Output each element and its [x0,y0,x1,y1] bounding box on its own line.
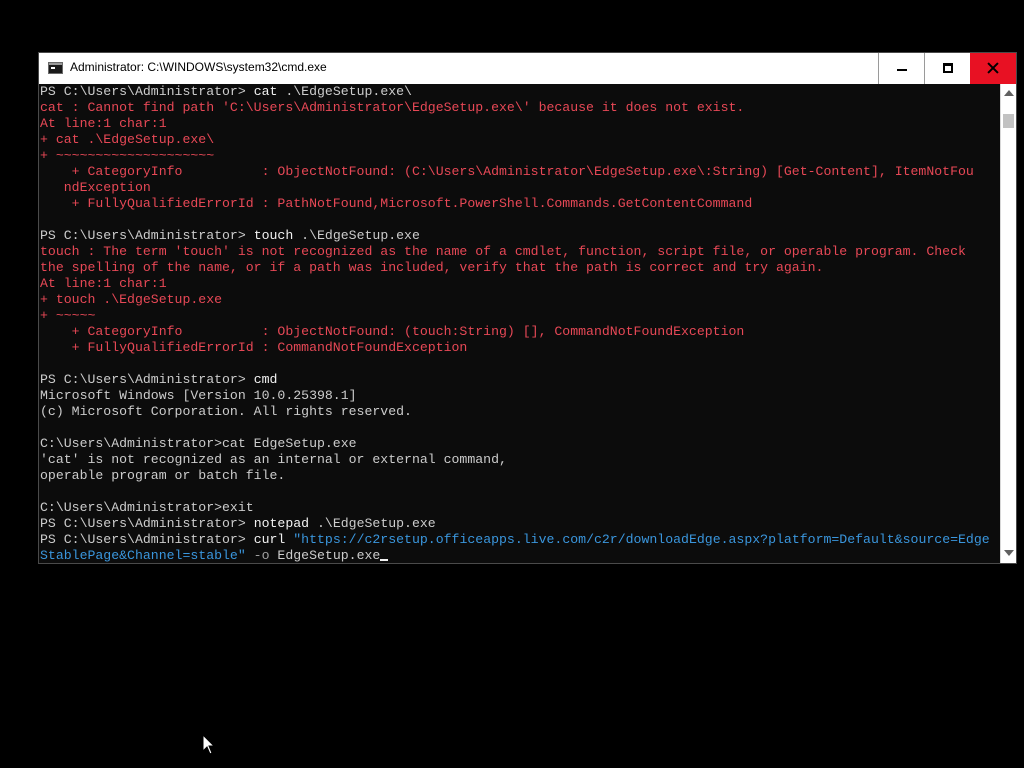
console-line: PS C:\Users\Administrator> notepad .\Edg… [40,516,436,532]
minimize-button[interactable] [878,53,924,84]
console-text: ndException [40,180,151,195]
command-token: cmd [253,372,278,387]
console-line: At line:1 char:1 [40,276,167,292]
minimize-icon [897,69,907,71]
console-text: PS C:\Users\Administrator> [40,516,254,531]
console-text: the spelling of the name, or if a path w… [40,260,824,275]
close-icon [987,62,999,74]
window-title: Administrator: C:\WINDOWS\system32\cmd.e… [70,60,327,74]
command-token: touch [253,228,294,243]
console-line: PS C:\Users\Administrator> cmd [40,372,277,388]
console-text: .\EdgeSetup.exe [309,516,436,531]
close-button[interactable] [970,53,1016,84]
console-text: .\EdgeSetup.exe [293,228,420,243]
console-line: PS C:\Users\Administrator> cat .\EdgeSet… [40,84,412,100]
scroll-up-icon[interactable] [1004,90,1014,96]
console-text: .\EdgeSetup.exe\ [277,84,412,99]
console-text: PS C:\Users\Administrator> [40,372,254,387]
console-line: StablePage&Channel=stable" -o EdgeSetup.… [40,548,389,563]
maximize-icon [943,63,953,73]
console-text: EdgeSetup.exe [269,548,381,563]
console-line: At line:1 char:1 [40,116,167,132]
console-line: operable program or batch file. [40,468,285,484]
console-text: Microsoft Windows [Version 10.0.25398.1] [40,388,357,403]
console-line: the spelling of the name, or if a path w… [40,260,823,276]
console-line: touch : The term 'touch' is not recogniz… [40,244,966,260]
console-line: + FullyQualifiedErrorId : CommandNotFoun… [40,340,468,356]
console-line: + cat .\EdgeSetup.exe\ [40,132,214,148]
console-text: + cat .\EdgeSetup.exe\ [40,132,215,147]
console-line: C:\Users\Administrator>cat EdgeSetup.exe [40,436,357,452]
console-text: At line:1 char:1 [40,276,167,291]
console-line: ndException [40,180,151,196]
string-token: "https://c2rsetup.officeapps.live.com/c2… [285,532,990,547]
console-text: + touch .\EdgeSetup.exe [40,292,223,307]
console-text: C:\Users\Administrator>cat EdgeSetup.exe [40,436,357,451]
console-line: PS C:\Users\Administrator> touch .\EdgeS… [40,228,420,244]
console-line: + ~~~~~~~~~~~~~~~~~~~~ [40,148,214,164]
console-text: + ~~~~~~~~~~~~~~~~~~~~ [40,148,215,163]
cmd-icon[interactable] [48,62,63,74]
text-cursor [380,559,389,561]
console-line: Microsoft Windows [Version 10.0.25398.1] [40,388,357,404]
maximize-button[interactable] [924,53,970,84]
console-line: + ~~~~~ [40,308,95,324]
cmd-window[interactable]: Administrator: C:\WINDOWS\system32\cmd.e… [38,52,1017,564]
command-token: cat [253,84,278,99]
console-line: C:\Users\Administrator>exit [40,500,254,516]
console-text: + FullyQualifiedErrorId : CommandNotFoun… [40,340,468,355]
console-line: + CategoryInfo : ObjectNotFound: (C:\Use… [40,164,974,180]
console-line: 'cat' is not recognized as an internal o… [40,452,507,468]
console-output[interactable]: PS C:\Users\Administrator> cat .\EdgeSet… [39,84,1000,563]
console-line: + touch .\EdgeSetup.exe [40,292,222,308]
console-text: + CategoryInfo : ObjectNotFound: (touch:… [40,324,745,339]
console-text: + FullyQualifiedErrorId : PathNotFound,M… [40,196,753,211]
console-text: At line:1 char:1 [40,116,167,131]
console-text: touch : The term 'touch' is not recogniz… [40,244,966,259]
console-text: operable program or batch file. [40,468,286,483]
console-text: cat : Cannot find path 'C:\Users\Adminis… [40,100,745,115]
title-bar[interactable]: Administrator: C:\WINDOWS\system32\cmd.e… [39,53,1016,84]
console-text: PS C:\Users\Administrator> [40,532,254,547]
console-text: (c) Microsoft Corporation. All rights re… [40,404,412,419]
console-text: 'cat' is not recognized as an internal o… [40,452,507,467]
console-text: PS C:\Users\Administrator> [40,228,254,243]
console-text: + CategoryInfo : ObjectNotFound: (C:\Use… [40,164,974,179]
console-text: -o [245,548,270,563]
console-line: + CategoryInfo : ObjectNotFound: (touch:… [40,324,745,340]
scroll-down-icon[interactable] [1004,550,1014,556]
console-line: + FullyQualifiedErrorId : PathNotFound,M… [40,196,753,212]
scrollbar-thumb[interactable] [1003,114,1014,128]
command-token: notepad [253,516,310,531]
console-text: C:\Users\Administrator>exit [40,500,254,515]
string-token: StablePage&Channel=stable" [40,548,246,563]
console-line: (c) Microsoft Corporation. All rights re… [40,404,412,420]
console-text: PS C:\Users\Administrator> [40,84,254,99]
console-line: PS C:\Users\Administrator> curl "https:/… [40,532,990,548]
console-line: cat : Cannot find path 'C:\Users\Adminis… [40,100,744,116]
vertical-scrollbar[interactable] [1000,84,1016,563]
command-token: curl [253,532,286,547]
mouse-pointer-icon [202,734,216,755]
console-text: + ~~~~~ [40,308,96,323]
